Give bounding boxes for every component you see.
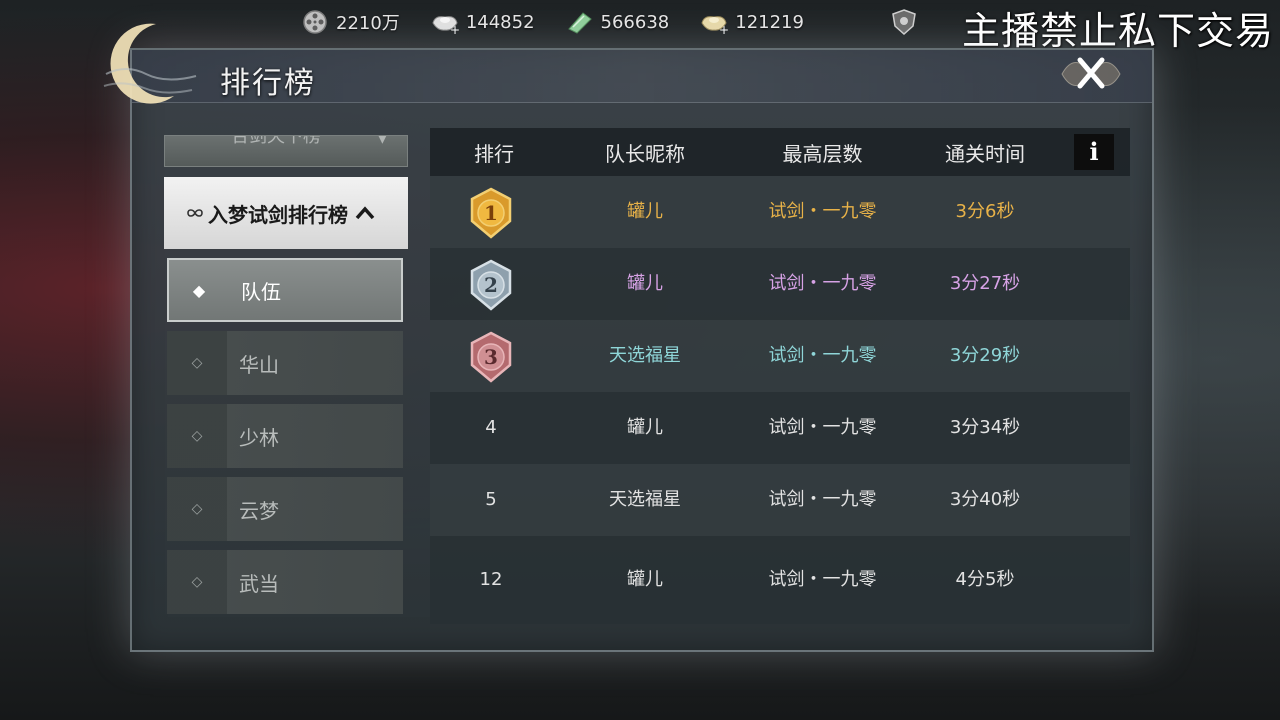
header-captain: 队长昵称 (605, 141, 685, 166)
currency-value: 121219 (735, 11, 804, 33)
floor-value: 试剑・一九零 (768, 489, 877, 510)
table-row: 5 天选福星 试剑・一九零 3分40秒 (430, 464, 1130, 536)
sidebar-item-list: ◆ 队伍 ◇ 华山 ◇ 少林 ◇ 云梦 ◇ 武当 (164, 258, 408, 614)
sidebar: 合剑天下榜 ▼ 入梦试剑排行榜 ◆ 队伍 ◇ 华山 ◇ 少林 ◇ 云梦 ◇ 武当 (164, 135, 408, 623)
clear-time: 3分6秒 (955, 201, 1015, 222)
leaderboard-table: 排行 队长昵称 最高层数 通关时间 i 1 罐儿 试剑・一九零 3分6秒 2 罐儿 试剑・一… (430, 128, 1130, 624)
captain-name: 罐儿 (627, 201, 663, 222)
crescent-moon-icon (103, 23, 197, 104)
close-button[interactable] (1054, 44, 1128, 104)
currency-value: 2210万 (336, 13, 400, 34)
chevron-down-icon: ▼ (377, 135, 388, 146)
floor-value: 试剑・一九零 (768, 201, 877, 222)
rank-value: 2 (484, 273, 498, 297)
sidebar-item-label: 队伍 (241, 279, 281, 304)
clear-time: 3分34秒 (949, 417, 1021, 438)
captain-name: 罐儿 (627, 417, 663, 438)
diamond-outline-icon: ◇ (191, 574, 203, 590)
sidebar-item-shaolin[interactable]: ◇ 少林 (167, 404, 403, 468)
panel-title: 排行榜 (220, 66, 316, 101)
gold-ingot-plus-icon: + (701, 16, 729, 35)
sidebar-item-label: 华山 (239, 352, 279, 377)
table-row: 3 天选福星 试剑・一九零 3分29秒 (430, 320, 1130, 392)
currency-jade: 566638 (565, 9, 670, 35)
rank-value: 1 (484, 201, 498, 225)
category-current[interactable]: 入梦试剑排行榜 (164, 177, 408, 249)
diamond-outline-icon: ◇ (191, 355, 203, 371)
rank-value: 5 (485, 489, 497, 510)
captain-name: 天选福星 (609, 489, 681, 510)
film-reel-icon (303, 10, 327, 34)
clear-time: 4分5秒 (955, 569, 1015, 590)
table-row: 12 罐儿 试剑・一九零 4分5秒 (430, 536, 1130, 624)
diamond-icon: ◆ (192, 280, 206, 300)
clear-time: 3分27秒 (949, 273, 1021, 294)
rank-medal-gold-icon: 1 (470, 187, 512, 239)
svg-text:+: + (450, 23, 460, 35)
shield-icon (892, 9, 916, 36)
sidebar-item-label: 云梦 (239, 498, 279, 523)
silver-ingot-plus-icon: + (432, 16, 460, 35)
captain-name: 罐儿 (627, 569, 663, 590)
header-time: 通关时间 (945, 141, 1025, 166)
currency-film: 2210万 (300, 9, 400, 35)
info-button[interactable]: i (1074, 134, 1114, 170)
infinity-icon (187, 209, 203, 217)
table-row: 4 罐儿 试剑・一九零 3分34秒 (430, 392, 1130, 464)
clear-time: 3分40秒 (949, 489, 1021, 510)
currency-value: 566638 (600, 11, 670, 33)
floor-value: 试剑・一九零 (768, 569, 877, 590)
currency-silver: + 144852 (430, 9, 535, 35)
sidebar-item-yunmeng[interactable]: ◇ 云梦 (167, 477, 403, 541)
svg-text:+: + (719, 23, 729, 35)
table-header: 排行 队长昵称 最高层数 通关时间 i (430, 128, 1130, 176)
table-body: 1 罐儿 试剑・一九零 3分6秒 2 罐儿 试剑・一九零 3分27秒 3 天选福星 试剑・一九零 3分… (430, 176, 1130, 624)
currency-gold: + 121219 (699, 9, 804, 35)
clear-time: 3分29秒 (949, 345, 1021, 366)
diamond-outline-icon: ◇ (191, 501, 203, 517)
jade-ticket-icon (567, 12, 592, 34)
header-rank: 排行 (474, 141, 514, 166)
sidebar-item-label: 武当 (239, 571, 279, 596)
rank-medal-silver-icon: 2 (470, 259, 512, 311)
chevron-up-icon (355, 206, 375, 220)
category-current-label: 入梦试剑排行榜 (208, 202, 348, 227)
currency-bar: 2210万 + 144852 566638 + 121219 (300, 6, 834, 38)
table-row: 1 罐儿 试剑・一九零 3分6秒 (430, 176, 1130, 248)
panel-header: 排行榜 (132, 50, 1152, 103)
floor-value: 试剑・一九零 (768, 345, 877, 366)
header-floor: 最高层数 (782, 141, 863, 166)
rank-value: 12 (479, 569, 503, 590)
currency-value: 144852 (465, 11, 535, 33)
rank-medal-bronze-icon: 3 (470, 331, 512, 383)
category-previous-label: 合剑天下榜 (231, 135, 321, 147)
sidebar-item-wudang[interactable]: ◇ 武当 (167, 550, 403, 614)
category-previous[interactable]: 合剑天下榜 ▼ (164, 135, 408, 167)
close-icon (1061, 57, 1121, 89)
floor-value: 试剑・一九零 (768, 273, 877, 294)
floor-value: 试剑・一九零 (768, 417, 877, 438)
sidebar-item-team[interactable]: ◆ 队伍 (167, 258, 403, 322)
diamond-outline-icon: ◇ (191, 428, 203, 444)
rank-value: 3 (484, 345, 498, 369)
sidebar-item-huashan[interactable]: ◇ 华山 (167, 331, 403, 395)
table-row: 2 罐儿 试剑・一九零 3分27秒 (430, 248, 1130, 320)
captain-name: 罐儿 (627, 273, 663, 294)
rank-value: 4 (485, 417, 497, 438)
sidebar-item-label: 少林 (239, 425, 279, 450)
captain-name: 天选福星 (609, 345, 681, 366)
